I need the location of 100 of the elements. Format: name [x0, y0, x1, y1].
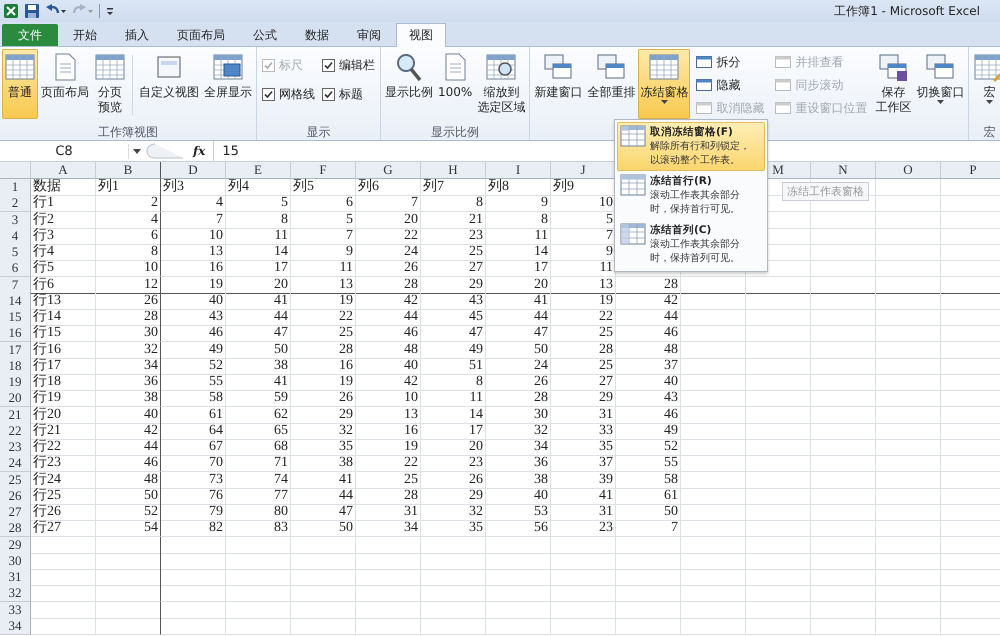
table-cell: 19 [356, 439, 421, 456]
ribbon-button[interactable]: 冻结窗格 [638, 49, 690, 119]
table-cell: 20 [226, 276, 291, 294]
ribbon-tab[interactable]: 页面布局 [164, 24, 238, 46]
table-cell: 14 [421, 406, 486, 424]
checkbox-option[interactable]: 编辑栏 [322, 57, 375, 74]
column-header[interactable]: B [96, 162, 161, 179]
row-header[interactable]: 6 [0, 260, 31, 278]
checkbox-icon[interactable] [322, 59, 335, 72]
table-cell: 行2 [31, 212, 96, 228]
row-header[interactable]: 26 [0, 488, 31, 505]
ribbon-tab[interactable]: 插入 [112, 24, 162, 46]
ribbon-tab[interactable]: 开始 [60, 24, 110, 46]
checkbox-icon[interactable] [322, 88, 335, 101]
table-cell: 55 [161, 374, 226, 391]
window-pane-icon [696, 56, 712, 68]
row-header[interactable]: 20 [0, 390, 31, 408]
ribbon-tab[interactable]: 公式 [240, 24, 290, 46]
table-cell [356, 602, 421, 618]
table-cell [811, 228, 876, 245]
row-header[interactable]: 18 [0, 358, 31, 375]
ribbon-button[interactable]: 普通 [2, 49, 38, 119]
ribbon-button[interactable]: 新建窗口 [532, 49, 584, 119]
row-header[interactable]: 30 [0, 552, 31, 570]
ribbon-button[interactable]: 页面布局 [39, 49, 91, 119]
table-cell: 行18 [31, 374, 96, 391]
row-header[interactable]: 32 [0, 585, 31, 602]
row-header[interactable]: 1 [0, 179, 31, 196]
column-header[interactable]: A [31, 162, 96, 179]
splitter-handle-icon[interactable] [145, 143, 185, 159]
row-header[interactable]: 15 [0, 309, 31, 326]
file-tab[interactable]: 文件 [2, 24, 58, 46]
checkbox-option[interactable]: 网格线 [262, 86, 315, 103]
insert-function-button[interactable]: fx [189, 144, 210, 158]
table-cell [876, 488, 941, 505]
table-cell [291, 602, 356, 618]
formula-input[interactable]: 15 [213, 141, 602, 161]
ribbon-button[interactable]: 分页 预览 [92, 49, 128, 119]
table-cell [486, 552, 551, 570]
row-header[interactable]: 23 [0, 439, 31, 456]
table-cell [876, 472, 941, 488]
save-icon[interactable] [24, 3, 40, 19]
menu-item-description: 时，保持首行可见。 [650, 203, 740, 217]
row-header[interactable]: 34 [0, 618, 31, 635]
row-header[interactable]: 5 [0, 244, 31, 261]
menu-item[interactable]: 冻结首列(C) 滚动工作表其余部分 时，保持首列可见。 [617, 220, 765, 269]
row-header[interactable]: 27 [0, 504, 31, 521]
row-header[interactable]: 17 [0, 342, 31, 358]
table-cell: 37 [551, 455, 616, 472]
row-header[interactable]: 3 [0, 212, 31, 228]
grid-sheet-icon [620, 174, 646, 196]
table-cell [746, 325, 811, 342]
ribbon-small-button[interactable]: 隐藏 [694, 75, 766, 95]
row-header[interactable]: 14 [0, 292, 31, 310]
row-header[interactable]: 16 [0, 325, 31, 342]
ribbon-button[interactable]: 显示比例 [383, 49, 435, 119]
ribbon-tab[interactable]: 审阅 [344, 24, 394, 46]
table-cell [96, 552, 161, 570]
row-header[interactable]: 4 [0, 228, 31, 245]
caret-icon[interactable] [133, 148, 141, 154]
row-header[interactable]: 21 [0, 406, 31, 424]
ribbon-button[interactable]: 切换窗口 [914, 49, 966, 119]
row-header[interactable]: 33 [0, 602, 31, 618]
table-cell [681, 569, 746, 586]
column-header[interactable]: E [226, 162, 291, 179]
row-header[interactable]: 19 [0, 374, 31, 391]
row-header[interactable]: 22 [0, 422, 31, 440]
column-header[interactable]: N [811, 162, 876, 179]
table-cell: 61 [161, 406, 226, 424]
ribbon-button[interactable]: 全部重排 [585, 49, 638, 119]
table-cell [96, 602, 161, 618]
row-header[interactable]: 31 [0, 569, 31, 586]
ribbon-small-button[interactable]: 拆分 [694, 52, 766, 72]
column-header[interactable]: D [161, 162, 226, 179]
column-header[interactable]: I [486, 162, 551, 179]
ribbon-button[interactable]: 保存 工作区 [873, 49, 914, 119]
row-header[interactable]: 25 [0, 472, 31, 488]
column-header[interactable]: F [291, 162, 356, 179]
row-header[interactable]: 28 [0, 520, 31, 538]
column-header[interactable]: G [356, 162, 421, 179]
ribbon-button[interactable]: 100% [436, 49, 474, 119]
row-header[interactable]: 7 [0, 276, 31, 294]
column-header[interactable]: O [876, 162, 941, 179]
ribbon-button[interactable]: 自定义视图 [137, 49, 201, 119]
ribbon-button[interactable]: 宏 [971, 49, 1000, 119]
menu-item[interactable]: 取消冻结窗格(F) 解除所有行和列锁定， 以滚动整个工作表。 [617, 122, 765, 171]
table-cell: 41 [291, 472, 356, 488]
table-cell [291, 536, 356, 554]
row-header[interactable]: 29 [0, 536, 31, 554]
ribbon-button[interactable]: 缩放到 选定区域 [475, 49, 528, 119]
row-header[interactable]: 2 [0, 195, 31, 212]
table-cell: 32 [486, 422, 551, 440]
column-header[interactable]: H [421, 162, 486, 179]
ribbon-button[interactable]: 全屏显示 [202, 49, 254, 119]
ribbon-tab[interactable]: 视图 [396, 23, 446, 47]
row-header[interactable]: 24 [0, 455, 31, 472]
ribbon-tab[interactable]: 数据 [292, 24, 342, 46]
checkbox-option[interactable]: 标题 [322, 86, 375, 103]
name-box[interactable]: C8 [0, 144, 129, 158]
checkbox-icon[interactable] [262, 88, 275, 101]
